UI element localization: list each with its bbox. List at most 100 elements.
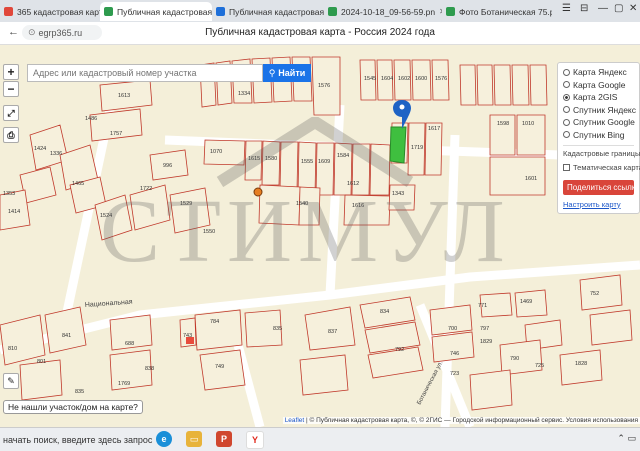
search-icon: ⚲ bbox=[268, 67, 276, 78]
svg-text:790: 790 bbox=[510, 356, 519, 362]
svg-text:1486: 1486 bbox=[85, 116, 97, 122]
svg-text:723: 723 bbox=[450, 371, 459, 377]
radio-icon[interactable] bbox=[563, 68, 570, 76]
svg-text:771: 771 bbox=[478, 303, 487, 309]
svg-text:725: 725 bbox=[535, 363, 544, 369]
house-icon bbox=[186, 337, 194, 344]
svg-text:1601: 1601 bbox=[525, 176, 537, 182]
taskbar-search[interactable]: начать поиск, введите здесь запрос bbox=[0, 431, 153, 448]
browser-tab-strip: 365 кадастровая карта ✕ Публичная кадаст… bbox=[0, 0, 640, 22]
fullscreen-icon[interactable]: ⤢ bbox=[3, 105, 19, 121]
street-label-national: Национальная bbox=[85, 299, 133, 309]
zoom-out-button[interactable]: − bbox=[3, 81, 19, 97]
leaflet-link[interactable]: Leaflet bbox=[285, 417, 305, 424]
search-button-label: Найти bbox=[278, 68, 306, 78]
divider bbox=[563, 145, 634, 146]
tab-photo[interactable]: Фото Ботаничеcкая 75.p ✕ bbox=[442, 2, 552, 21]
attribution-text: | © Публичная кадастровая карта, ©, © 2Г… bbox=[306, 417, 638, 424]
bookmark-icon[interactable]: ⊟ bbox=[580, 3, 588, 14]
svg-text:837: 837 bbox=[328, 329, 337, 335]
svg-text:700: 700 bbox=[448, 326, 457, 332]
taskbar: начать поиск, введите здесь запрос e ▭ P… bbox=[0, 427, 640, 451]
tab-public-cadastral-active[interactable]: Публичная кадастровая карта ✕ bbox=[100, 2, 212, 21]
svg-text:1336: 1336 bbox=[50, 151, 62, 157]
share-link-button[interactable]: Поделиться ссылкой bbox=[563, 179, 634, 195]
map-attribution: Leaflet | © Публичная кадастровая карта,… bbox=[282, 417, 640, 424]
search-button[interactable]: ⚲ Найти bbox=[263, 64, 311, 82]
radio-selected-icon[interactable] bbox=[563, 93, 570, 101]
svg-text:801: 801 bbox=[37, 359, 46, 365]
svg-text:784: 784 bbox=[210, 319, 219, 325]
tab-screenshot-png[interactable]: 2024-10-18_09-56-59.pn ✕ bbox=[324, 2, 442, 21]
layer-option-2gis-map[interactable]: Карта 2GIS bbox=[563, 91, 634, 104]
layer-panel: Карта Яндекс Карта Google Карта 2GIS Спу… bbox=[557, 62, 640, 214]
tab-list-icon[interactable]: ☰ bbox=[562, 3, 571, 14]
svg-text:1545: 1545 bbox=[364, 76, 376, 82]
svg-text:1465: 1465 bbox=[72, 181, 84, 187]
map-settings-link[interactable]: Настроить карту bbox=[563, 200, 634, 209]
edge-icon[interactable]: e bbox=[156, 431, 172, 447]
svg-text:1353: 1353 bbox=[3, 191, 15, 197]
svg-text:1414: 1414 bbox=[8, 209, 20, 215]
layer-option-bing-satellite[interactable]: Спутник Bing bbox=[563, 129, 634, 142]
svg-text:1829: 1829 bbox=[480, 339, 492, 345]
page-title: Публичная кадастровая карта - Россия 202… bbox=[205, 27, 435, 38]
checkbox-icon[interactable] bbox=[563, 163, 570, 171]
close-icon[interactable]: ✕ bbox=[435, 7, 442, 16]
radio-icon[interactable] bbox=[563, 118, 570, 126]
search-input[interactable] bbox=[27, 64, 263, 82]
svg-text:1613: 1613 bbox=[118, 93, 130, 99]
close-window-icon[interactable]: ✕ bbox=[629, 3, 637, 14]
svg-text:1602: 1602 bbox=[398, 76, 410, 82]
cadastral-map[interactable]: 1613 1519 1518 1560 1334 1522 1576 1545 … bbox=[0, 45, 640, 427]
system-tray[interactable]: ⌃ ▭ bbox=[617, 433, 636, 444]
layer-option-yandex-satellite[interactable]: Спутник Яндекс bbox=[563, 104, 636, 117]
svg-text:1604: 1604 bbox=[381, 76, 393, 82]
radio-icon[interactable] bbox=[563, 131, 570, 139]
svg-text:1828: 1828 bbox=[575, 361, 587, 367]
powerpoint-icon[interactable]: P bbox=[216, 431, 232, 447]
yandex-browser-icon[interactable]: Y bbox=[246, 431, 264, 449]
file-explorer-icon[interactable]: ▭ bbox=[186, 431, 202, 447]
taskbar-search-text: начать поиск, введите здесь запрос bbox=[3, 434, 153, 445]
favicon-icon bbox=[104, 7, 113, 16]
print-icon[interactable]: ⎙ bbox=[3, 127, 19, 143]
cadastral-borders-label: Кадастровые границы bbox=[563, 149, 640, 158]
svg-text:1598: 1598 bbox=[497, 121, 509, 127]
svg-text:1576: 1576 bbox=[318, 83, 330, 89]
tab-label: Публичная кадастровая bbox=[229, 6, 324, 17]
layer-option-yandex-map[interactable]: Карта Яндекс bbox=[563, 66, 634, 79]
svg-text:1334: 1334 bbox=[238, 91, 250, 97]
tab-label: 2024-10-18_09-56-59.pn bbox=[341, 6, 436, 17]
tab-label: 365 кадастровая карта bbox=[17, 6, 100, 17]
svg-text:841: 841 bbox=[62, 333, 71, 339]
zoom-in-button[interactable]: + bbox=[3, 64, 19, 80]
ruler-icon[interactable]: ✎ bbox=[3, 373, 19, 389]
svg-text:1424: 1424 bbox=[34, 146, 46, 152]
radio-icon[interactable] bbox=[563, 81, 570, 89]
not-found-button[interactable]: Не нашли участок/дом на карте? bbox=[3, 400, 143, 414]
tab-365-map[interactable]: 365 кадастровая карта ✕ bbox=[0, 2, 100, 21]
svg-text:749: 749 bbox=[215, 364, 224, 370]
svg-text:996: 996 bbox=[163, 163, 172, 169]
maximize-icon[interactable]: ▢ bbox=[614, 3, 623, 14]
svg-text:752: 752 bbox=[590, 291, 599, 297]
svg-text:746: 746 bbox=[450, 351, 459, 357]
favicon-icon bbox=[446, 7, 455, 16]
svg-text:688: 688 bbox=[125, 341, 134, 347]
watermark-roof-icon bbox=[216, 117, 414, 187]
tab-public-cadastral-2[interactable]: Публичная кадастровая ✕ bbox=[212, 2, 324, 21]
tray-chevron-icon[interactable]: ⌃ bbox=[617, 433, 625, 443]
tab-label: Публичная кадастровая карта bbox=[117, 6, 212, 17]
layer-option-google-satellite[interactable]: Спутник Google bbox=[563, 116, 635, 129]
layer-option-google-map[interactable]: Карта Google bbox=[563, 79, 634, 92]
svg-text:810: 810 bbox=[8, 346, 17, 352]
svg-text:835: 835 bbox=[75, 389, 84, 395]
radio-icon[interactable] bbox=[563, 106, 570, 114]
svg-text:834: 834 bbox=[380, 309, 389, 315]
svg-text:1010: 1010 bbox=[522, 121, 534, 127]
thematic-map-toggle[interactable]: Тематическая карта bbox=[563, 161, 640, 174]
network-icon[interactable]: ▭ bbox=[627, 433, 636, 443]
minimize-icon[interactable]: — bbox=[598, 3, 608, 14]
watermark-logo: СТИМУЛ bbox=[100, 182, 511, 281]
